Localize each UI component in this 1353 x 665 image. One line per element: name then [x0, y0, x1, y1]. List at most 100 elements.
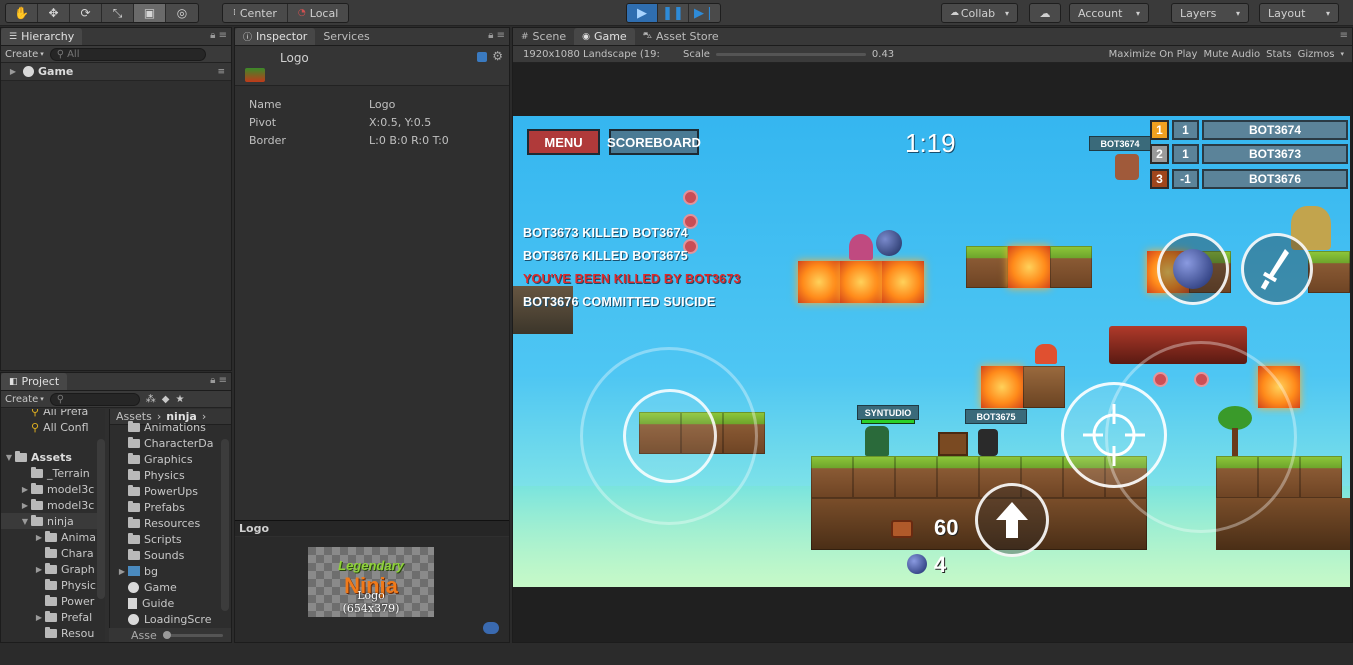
hand-tool-button[interactable]: ✋ — [6, 4, 38, 22]
tree-folder[interactable]: ▶ model3c — [1, 481, 105, 497]
tree-folder[interactable]: Chara — [1, 545, 105, 561]
bomb-button[interactable] — [1157, 233, 1229, 305]
jump-button[interactable] — [975, 483, 1049, 557]
menu-button[interactable]: MENU — [527, 129, 600, 155]
mute-audio-toggle[interactable]: Mute Audio — [1203, 49, 1260, 60]
expand-arrow-icon[interactable]: ▶ — [19, 485, 31, 494]
account-dropdown[interactable]: Account ▾ — [1069, 3, 1149, 23]
cloud-button[interactable]: ☁ — [1029, 3, 1061, 23]
hierarchy-create-button[interactable]: Create ▾ — [5, 49, 44, 60]
panel-menu-icon[interactable]: ≡ — [1340, 30, 1348, 41]
project-search-input[interactable]: ⚲ — [49, 392, 140, 406]
panel-lock-icon[interactable]: 🔒︎ ≡ — [488, 30, 505, 41]
tree-folder[interactable]: ▶ Graph — [1, 561, 105, 577]
rotate-tool-button[interactable]: ⟳ — [70, 4, 102, 22]
list-item[interactable]: Scripts — [110, 531, 231, 547]
list-item[interactable]: PowerUps — [110, 483, 231, 499]
tree-scrollbar[interactable] — [97, 439, 105, 599]
preview-area: Legendary Ninja Logo (654x379) — [235, 537, 509, 642]
list-item[interactable]: Prefabs — [110, 499, 231, 515]
asset-label-icon[interactable] — [483, 622, 499, 634]
resolution-dropdown[interactable]: 1920x1080 Landscape (19: — [517, 49, 677, 60]
project-item-list: Animations CharacterDa Graphics Physics … — [110, 419, 231, 627]
tree-folder[interactable]: ▶ Prefal — [1, 609, 105, 625]
tab-services[interactable]: Services — [315, 28, 377, 45]
joystick-thumb[interactable] — [623, 389, 717, 483]
project-create-button[interactable]: Create ▾ — [5, 394, 44, 405]
panel-lock-icon[interactable]: 🔒︎ ≡ — [210, 375, 227, 386]
list-item[interactable]: ▶ bg — [110, 563, 231, 579]
sword-icon — [1260, 249, 1289, 290]
transform-tools: ✋ ✥ ⟳ ⤡ ▣ ◎ — [5, 3, 199, 23]
contents-scrollbar[interactable] — [221, 439, 229, 611]
pause-button[interactable]: ❚❚ — [658, 4, 689, 22]
slider-knob[interactable] — [162, 630, 171, 639]
collapse-arrow-icon[interactable]: ▼ — [3, 453, 15, 462]
aim-button[interactable] — [1061, 382, 1167, 488]
step-button[interactable]: ▶❘ — [689, 4, 720, 22]
scoreboard-button[interactable]: SCOREBOARD — [607, 129, 701, 155]
tree-folder[interactable]: Power — [1, 593, 105, 609]
tree-folder-selected[interactable]: ▼ ninja — [1, 513, 105, 529]
collapse-arrow-icon[interactable]: ▼ — [19, 517, 31, 526]
tree-folder[interactable]: _Terrain — [1, 465, 105, 481]
tree-favorite[interactable]: ⚲ All Prefa — [1, 409, 105, 419]
panel-lock-icon[interactable]: 🔒︎ ≡ — [210, 30, 227, 41]
list-item[interactable]: Game — [110, 579, 231, 595]
tab-game[interactable]: ◉ Game — [574, 28, 635, 45]
tab-scene[interactable]: # Scene — [513, 28, 574, 45]
list-item[interactable]: Resources — [110, 515, 231, 531]
icon-size-slider[interactable] — [162, 630, 223, 639]
tree-assets-root[interactable]: ▼ Assets — [1, 449, 105, 465]
list-item[interactable]: Guide — [110, 595, 231, 611]
tab-project[interactable]: ◧ Project — [1, 373, 68, 390]
tree-folder[interactable]: ▶ model3c — [1, 497, 105, 513]
transform-tool-button[interactable]: ◎ — [166, 4, 198, 22]
expand-arrow-icon[interactable]: ▶ — [33, 613, 45, 622]
layers-dropdown[interactable]: Layers ▾ — [1171, 3, 1249, 23]
expand-arrow-icon[interactable]: ▶ — [116, 567, 128, 576]
list-item[interactable]: Sounds — [110, 547, 231, 563]
scale-tool-button[interactable]: ⤡ — [102, 4, 134, 22]
scale-slider[interactable] — [715, 52, 866, 56]
lava-block — [798, 261, 840, 303]
scene-row[interactable]: ▶ Game ≡ — [1, 63, 231, 81]
tree-favorite[interactable]: ⚲ All Confl — [1, 419, 105, 435]
preview-titlebar[interactable]: Logo — [235, 520, 509, 536]
game-canvas[interactable]: BOT3674 SYNTUDIO BOT3675 MENU SCOREBOARD… — [513, 116, 1350, 587]
list-item[interactable]: Animations — [110, 419, 231, 435]
expand-arrow-icon[interactable]: ▶ — [33, 565, 45, 574]
pivot-center-button[interactable]: ⁞ Center — [223, 4, 288, 22]
stats-toggle[interactable]: Stats — [1266, 49, 1292, 60]
filter-label-icon[interactable]: ◆ — [162, 394, 170, 405]
tree-folder[interactable]: Resou — [1, 625, 105, 641]
filter-type-icon[interactable]: ⁂ — [146, 394, 156, 405]
maximize-on-play-toggle[interactable]: Maximize On Play — [1109, 49, 1198, 60]
tab-asset-store[interactable]: ⛍ Asset Store — [635, 28, 727, 45]
pivot-local-button[interactable]: ◔ Local — [288, 4, 348, 22]
gear-icon[interactable]: ⚙ — [492, 49, 503, 63]
play-button[interactable]: ▶ — [627, 4, 658, 22]
expand-arrow-icon[interactable]: ▶ — [33, 533, 45, 542]
list-item[interactable]: Physics — [110, 467, 231, 483]
expand-arrow-icon[interactable]: ▶ — [7, 67, 19, 76]
collab-dropdown[interactable]: ☁ Collab ▾ — [941, 3, 1018, 23]
tab-inspector[interactable]: ⓘ Inspector — [235, 28, 316, 45]
favorite-star-icon[interactable]: ★ — [175, 394, 184, 405]
gizmos-dropdown[interactable]: Gizmos — [1298, 49, 1335, 60]
expand-arrow-icon[interactable]: ▶ — [19, 501, 31, 510]
scene-menu-icon[interactable]: ≡ — [217, 67, 225, 77]
move-tool-button[interactable]: ✥ — [38, 4, 70, 22]
tree-folder[interactable]: ▶ Anima — [1, 529, 105, 545]
sword-attack-button[interactable] — [1241, 233, 1313, 305]
list-item[interactable]: LoadingScre — [110, 611, 231, 627]
folder-icon — [45, 626, 57, 638]
book-help-icon[interactable] — [477, 52, 487, 62]
layout-dropdown[interactable]: Layout ▾ — [1259, 3, 1339, 23]
rect-tool-button[interactable]: ▣ — [134, 4, 166, 22]
list-item[interactable]: Graphics — [110, 451, 231, 467]
hierarchy-search-input[interactable]: ⚲ All — [49, 47, 206, 61]
tab-hierarchy[interactable]: ☰ Hierarchy — [1, 28, 83, 45]
tree-folder[interactable]: Physic — [1, 577, 105, 593]
list-item[interactable]: CharacterDa — [110, 435, 231, 451]
